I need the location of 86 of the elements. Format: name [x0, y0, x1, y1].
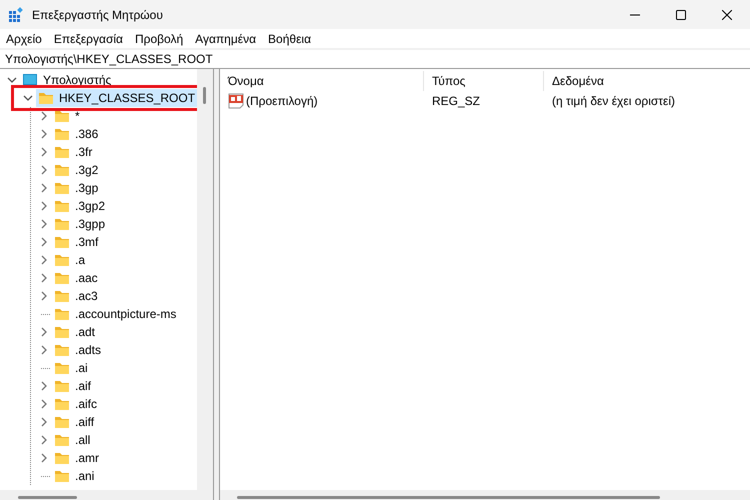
chevron-right-icon[interactable] — [39, 201, 49, 211]
menu-item[interactable]: Προβολή — [130, 32, 188, 46]
tree-item[interactable]: .aifc — [75, 397, 98, 411]
folder-icon — [54, 468, 70, 484]
chevron-right-icon[interactable] — [39, 399, 49, 409]
chevron-right-icon[interactable] — [39, 327, 49, 337]
folder-icon — [38, 90, 54, 106]
chevron-right-icon[interactable] — [39, 147, 49, 157]
close-icon — [722, 10, 732, 20]
folder-icon — [54, 162, 70, 178]
tree-item[interactable]: .3gp2 — [75, 199, 106, 213]
chevron-right-icon[interactable] — [39, 237, 49, 247]
folder-icon — [54, 432, 70, 448]
chevron-right-icon[interactable] — [39, 255, 49, 265]
chevron-right-icon[interactable] — [39, 129, 49, 139]
tree-item[interactable]: .aiff — [75, 415, 94, 429]
scrollbar-thumb[interactable] — [203, 87, 206, 104]
folder-icon — [54, 306, 70, 322]
tree-item[interactable]: .ai — [75, 361, 88, 375]
folder-icon — [54, 324, 70, 340]
tree-item[interactable]: .3g2 — [75, 163, 98, 177]
folder-icon — [54, 396, 70, 412]
column-header[interactable]: Τύπος — [424, 71, 544, 91]
value-name[interactable]: (Προεπιλογή) — [246, 94, 318, 108]
folder-icon — [54, 234, 70, 250]
address-field[interactable]: Υπολογιστής\HKEY_CLASSES_ROOT — [0, 50, 750, 69]
chevron-right-icon[interactable] — [39, 417, 49, 427]
tree-item[interactable]: .ani — [75, 469, 94, 483]
chevron-right-icon[interactable] — [39, 291, 49, 301]
splitter[interactable] — [213, 69, 220, 500]
chevron-right-icon[interactable] — [39, 273, 49, 283]
tree-item[interactable]: Υπολογιστής — [43, 73, 112, 87]
folder-icon — [54, 180, 70, 196]
tree-item[interactable]: .adt — [75, 325, 96, 339]
tree-item[interactable]: .3fr — [75, 145, 92, 159]
tree-item[interactable]: .aif — [75, 379, 92, 393]
tree-item[interactable]: .all — [75, 433, 90, 447]
chevron-right-icon[interactable] — [39, 183, 49, 193]
folder-icon — [54, 378, 70, 394]
menu-item[interactable]: Αρχείο — [1, 32, 47, 46]
column-header[interactable]: Δεδομένα — [544, 71, 750, 91]
string-value-icon — [228, 93, 244, 109]
menu-item[interactable]: Επεξεργασία — [48, 32, 128, 46]
folder-icon — [54, 414, 70, 430]
scrollbar-thumb[interactable] — [18, 496, 77, 499]
tree-item[interactable]: .a — [75, 253, 86, 267]
chevron-right-icon[interactable] — [39, 111, 49, 121]
tree-item[interactable]: .accountpicture-ms — [75, 307, 176, 321]
table-cell-text: REG_SZ — [431, 94, 482, 108]
folder-icon — [54, 216, 70, 232]
folder-icon — [54, 198, 70, 214]
scrollbar-thumb[interactable] — [237, 496, 660, 499]
chevron-down-icon[interactable] — [23, 93, 33, 103]
tree-item[interactable]: .adts — [75, 343, 102, 357]
tree-item[interactable]: .amr — [75, 451, 99, 465]
folder-icon — [54, 270, 70, 286]
tree-item[interactable]: .3mf — [75, 235, 98, 249]
table-cell-text: (η τιμή δεν έχει οριστεί) — [551, 94, 676, 108]
folder-icon — [54, 126, 70, 142]
chevron-right-icon[interactable] — [39, 435, 49, 445]
column-header[interactable]: Όνομα — [220, 71, 424, 91]
window-title: Επεξεργαστής Μητρώου — [32, 8, 163, 22]
tree-item[interactable]: .ac3 — [75, 289, 98, 303]
folder-icon — [54, 252, 70, 268]
maximize-icon — [676, 10, 686, 20]
menu-item[interactable]: Βοήθεια — [263, 32, 316, 46]
folder-icon — [54, 108, 70, 124]
chevron-right-icon[interactable] — [39, 219, 49, 229]
menu-item[interactable]: Αγαπημένα — [190, 32, 262, 46]
chevron-right-icon[interactable] — [39, 345, 49, 355]
chevron-right-icon[interactable] — [39, 453, 49, 463]
tree-item[interactable]: .aac — [75, 271, 98, 285]
tree-item[interactable]: .386 — [75, 127, 98, 141]
tree-item[interactable]: .3gp — [75, 181, 98, 195]
computer-icon — [22, 72, 38, 88]
folder-icon — [54, 360, 70, 376]
folder-icon — [54, 288, 70, 304]
folder-icon — [54, 342, 70, 358]
chevron-down-icon[interactable] — [7, 75, 17, 85]
chevron-right-icon[interactable] — [39, 381, 49, 391]
folder-icon — [54, 450, 70, 466]
tree-item[interactable]: .3gpp — [75, 217, 106, 231]
chevron-right-icon[interactable] — [39, 165, 49, 175]
tree-item[interactable]: * — [75, 109, 80, 123]
registry-icon — [8, 6, 24, 22]
folder-icon — [54, 144, 70, 160]
